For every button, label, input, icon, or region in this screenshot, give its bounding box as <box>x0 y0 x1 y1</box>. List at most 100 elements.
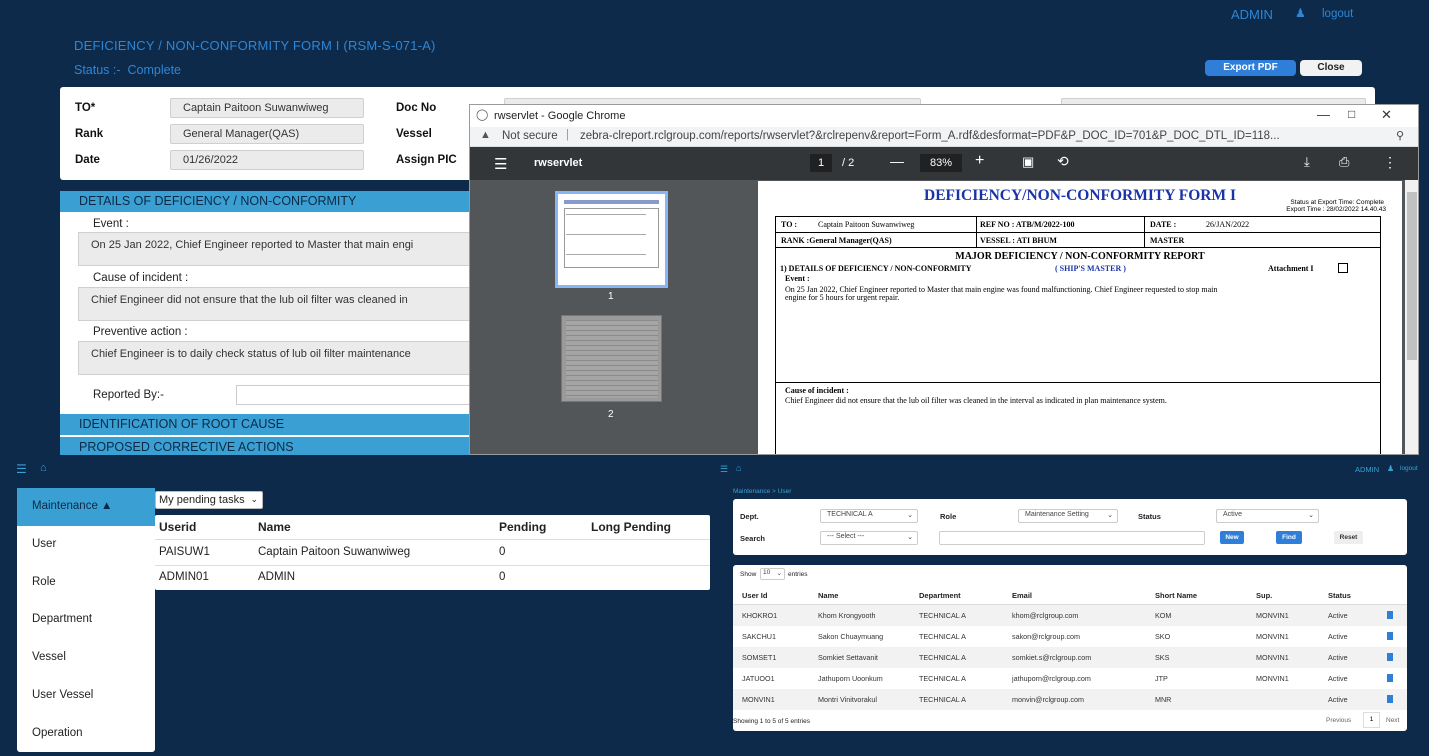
pagination-page-1[interactable]: 1 <box>1363 712 1380 728</box>
table-row[interactable]: KHOKRO1 Khom Krongyooth TECHNICAL A khom… <box>733 605 1407 626</box>
chrome-logo-icon: ◯ <box>476 109 489 121</box>
menu-item-department[interactable]: Department <box>17 601 155 639</box>
hamburger-menu-icon[interactable]: ☰ <box>16 462 27 476</box>
col-pending[interactable]: Pending <box>499 520 546 534</box>
cause-label: Cause of incident : <box>93 272 189 284</box>
print-icon[interactable]: ⎙ <box>1339 154 1349 170</box>
rotate-icon[interactable]: ⟲ <box>1057 153 1069 170</box>
root-cause-section-header[interactable]: IDENTIFICATION OF ROOT CAUSE <box>60 414 480 435</box>
hamburger-menu-icon[interactable]: ☰ <box>720 464 728 475</box>
menu-icon[interactable]: ☰ <box>494 155 507 173</box>
pagination-next[interactable]: Next <box>1386 717 1399 724</box>
menu-item-operation[interactable]: Operation <box>17 715 155 753</box>
table-row[interactable]: ADMIN01 ADMIN 0 <box>155 566 710 590</box>
logout-link[interactable]: logout <box>1400 465 1418 472</box>
zoom-out-icon[interactable]: — <box>890 153 904 169</box>
search-input[interactable] <box>939 531 1205 545</box>
thumbnail-page-1[interactable] <box>555 191 668 288</box>
status-line: Status :- Complete <box>74 63 181 77</box>
entries-select[interactable]: 10 ⌄ <box>760 568 785 580</box>
col-name[interactable]: Name <box>258 520 291 534</box>
pdf-thumbnail-sidebar: 1 2 <box>470 180 755 454</box>
table-row[interactable]: SAKCHU1 Sakon Chuaymuang TECHNICAL A sak… <box>733 626 1407 647</box>
menu-item-vessel[interactable]: Vessel <box>17 639 155 677</box>
col-status[interactable]: Status <box>1328 591 1351 600</box>
col-department[interactable]: Department <box>919 591 961 600</box>
menu-item-user-vessel[interactable]: User Vessel <box>17 677 155 715</box>
pdf-master: MASTER <box>1150 236 1185 245</box>
date-label: Date <box>75 154 100 166</box>
pdf-name: rwservlet <box>534 157 583 169</box>
table-row[interactable]: PAISUW1 Captain Paitoon Suwanwiweg 0 <box>155 540 710 565</box>
cell-name: Jathuporn Uoonkum <box>818 674 883 683</box>
table-row[interactable]: JATUOO1 Jathuporn Uoonkum TECHNICAL A ja… <box>733 668 1407 689</box>
preventive-textarea[interactable]: Chief Engineer is to daily check status … <box>78 341 498 375</box>
breadcrumb-user: User <box>777 488 792 495</box>
home-icon[interactable]: ⌂ <box>40 462 47 474</box>
more-options-icon[interactable]: ⋮ <box>1383 154 1397 171</box>
col-name[interactable]: Name <box>818 591 838 600</box>
pagination-previous[interactable]: Previous <box>1326 717 1351 724</box>
corrective-section-header[interactable]: PROPOSED CORRECTIVE ACTIONS <box>60 437 480 455</box>
cell-pending: 0 <box>499 571 506 583</box>
role-select[interactable]: Maintenance Setting ⌄ <box>1018 509 1118 523</box>
find-button[interactable]: Find <box>1276 531 1302 544</box>
col-sup[interactable]: Sup. <box>1256 591 1272 600</box>
download-icon[interactable]: ⤓ <box>1304 154 1310 170</box>
filter-card: Dept. TECHNICAL A ⌄ Role Maintenance Sett… <box>733 499 1407 555</box>
col-email[interactable]: Email <box>1012 591 1032 600</box>
export-pdf-button[interactable]: Export PDF <box>1205 60 1296 76</box>
zoom-in-icon[interactable]: + <box>975 152 984 170</box>
col-short-name[interactable]: Short Name <box>1155 591 1197 600</box>
page-number-input[interactable]: 1 <box>810 154 832 172</box>
edit-icon[interactable] <box>1387 695 1393 703</box>
new-button[interactable]: New <box>1220 531 1244 544</box>
status-select[interactable]: Active ⌄ <box>1216 509 1319 523</box>
zoom-icon[interactable]: ⚲ <box>1396 129 1404 142</box>
chevron-down-icon: ⌄ <box>1308 512 1314 519</box>
edit-icon[interactable] <box>1387 674 1393 682</box>
to-field[interactable]: Captain Paitoon Suwanwiweg <box>170 98 364 118</box>
pdf-scrollbar[interactable] <box>1405 180 1418 454</box>
pdf-viewer: DEFICIENCY/NON-CONFORMITY FORM I Status … <box>755 180 1418 454</box>
menu-item-role[interactable]: Role <box>17 564 155 602</box>
dept-select[interactable]: TECHNICAL A ⌄ <box>820 509 918 523</box>
col-userid[interactable]: Userid <box>159 520 196 534</box>
rank-field[interactable]: General Manager(QAS) <box>170 124 364 144</box>
menu-item-maintenance[interactable]: Maintenance ▲ <box>17 488 155 526</box>
url-text[interactable]: zebra-clreport.rclgroup.com/reports/rwse… <box>580 130 1280 142</box>
maximize-icon[interactable]: □ <box>1348 107 1355 121</box>
zoom-level[interactable]: 83% <box>920 154 962 172</box>
cell-user-id: SAKCHU1 <box>742 632 776 641</box>
table-row[interactable]: MONVIN1 Montri Vinitvorakul TECHNICAL A … <box>733 689 1407 710</box>
breadcrumb-maintenance[interactable]: Maintenance <box>733 488 770 495</box>
menu-item-user[interactable]: User <box>17 526 155 564</box>
search-select[interactable]: --- Select --- ⌄ <box>820 531 918 545</box>
thumbnail-page-2[interactable] <box>561 315 662 402</box>
logout-link[interactable]: logout <box>1322 8 1353 20</box>
pdf-date-label: DATE : <box>1150 220 1177 229</box>
address-bar[interactable]: ▲ Not secure | zebra-clreport.rclgroup.c… <box>470 127 1418 147</box>
event-textarea[interactable]: On 25 Jan 2022, Chief Engineer reported … <box>78 232 498 266</box>
edit-icon[interactable] <box>1387 632 1393 640</box>
table-row[interactable]: SOMSET1 Somkiet Settavanit TECHNICAL A s… <box>733 647 1407 668</box>
cause-textarea[interactable]: Chief Engineer did not ensure that the l… <box>78 287 498 321</box>
minimize-icon[interactable]: — <box>1317 107 1330 122</box>
home-icon[interactable]: ⌂ <box>736 463 741 473</box>
edit-icon[interactable] <box>1387 611 1393 619</box>
close-button[interactable]: Close <box>1300 60 1362 76</box>
search-select-value: --- Select --- <box>827 533 865 540</box>
reported-by-field[interactable] <box>236 385 496 405</box>
window-title-bar: ◯ rwservlet - Google Chrome — □ ✕ <box>470 105 1418 127</box>
vessel-label: Vessel <box>396 128 432 140</box>
reset-button[interactable]: Reset <box>1334 531 1363 544</box>
edit-icon[interactable] <box>1387 653 1393 661</box>
col-long-pending[interactable]: Long Pending <box>591 520 671 534</box>
close-window-icon[interactable]: ✕ <box>1381 107 1392 123</box>
cell-email: somkiet.s@rclgroup.com <box>1012 653 1092 662</box>
col-user-id[interactable]: User Id <box>742 591 767 600</box>
fit-page-icon[interactable]: ▣ <box>1022 154 1034 170</box>
date-field[interactable]: 01/26/2022 <box>170 150 364 170</box>
pending-filter-select[interactable]: My pending tasks ⌄ <box>155 491 263 509</box>
status-label: Status <box>1138 512 1161 521</box>
